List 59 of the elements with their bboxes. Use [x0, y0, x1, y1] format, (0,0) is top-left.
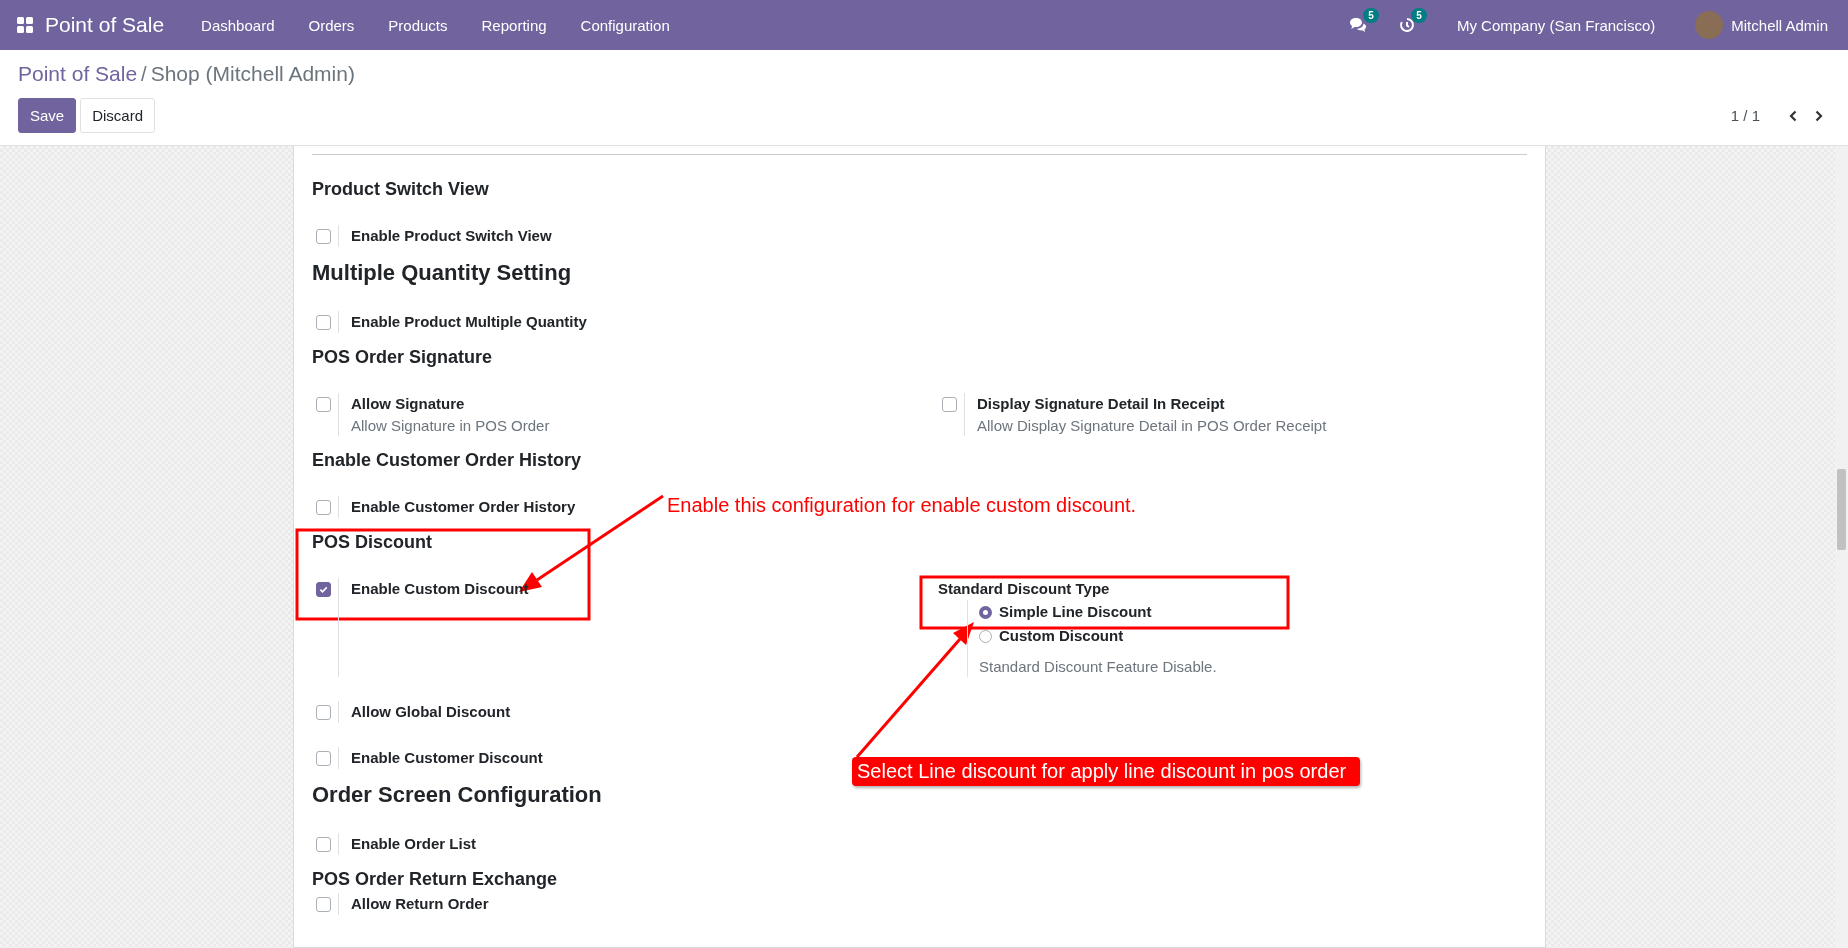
setting-label: Allow Global Discount	[351, 702, 511, 722]
app-name: Point of Sale	[45, 13, 165, 37]
section-heading: Order Screen Configuration	[312, 781, 603, 809]
scrollbar-thumb[interactable]	[1837, 469, 1846, 550]
field-label: Standard Discount Type	[938, 579, 1111, 599]
notification-badge: 5	[1411, 8, 1427, 23]
scrollbar[interactable]	[1835, 146, 1848, 948]
chat-icon[interactable]	[1348, 17, 1367, 33]
checkbox[interactable]	[316, 315, 331, 330]
section-heading: Product Switch View	[312, 178, 490, 201]
section-heading: POS Order Signature	[312, 346, 494, 369]
notification-badge: 5	[1363, 8, 1379, 23]
section-heading: Enable Customer Order History	[312, 449, 583, 472]
setting-label: Enable Product Multiple Quantity	[351, 312, 587, 332]
breadcrumb-current: Shop (Mitchell Admin)	[150, 62, 355, 86]
checkbox[interactable]	[316, 837, 331, 852]
checkbox[interactable]	[316, 397, 331, 412]
checkbox[interactable]	[316, 229, 331, 244]
menu-item[interactable]: Orders	[291, 16, 372, 34]
setting-label: Allow Return Order	[351, 894, 489, 914]
setting-description: Standard Discount Feature Disable.	[979, 657, 1218, 677]
checkmark-icon	[319, 585, 328, 594]
setting-label: Enable Custom Discount	[351, 579, 529, 599]
breadcrumb-link[interactable]: Point of Sale	[18, 62, 138, 86]
setting-description: Allow Display Signature Detail in POS Order Receipt	[977, 416, 1327, 436]
checkbox[interactable]	[942, 397, 957, 412]
menu-item[interactable]: Products	[371, 16, 465, 34]
clock-icon[interactable]	[1398, 17, 1415, 33]
setting-description: Allow Signature in POS Order	[351, 416, 550, 436]
setting-label: Enable Customer Discount	[351, 748, 543, 768]
section-heading: POS Discount	[312, 531, 433, 554]
user-menu[interactable]: Mitchell Admin	[1695, 11, 1828, 39]
section-heading: Multiple Quantity Setting	[312, 259, 573, 287]
checkbox[interactable]	[316, 751, 331, 766]
company-name[interactable]: My Company (San Francisco)	[1456, 16, 1656, 34]
apps-menu-icon[interactable]	[17, 17, 33, 33]
save-button[interactable]: Save	[18, 98, 77, 133]
radio-label: Custom Discount	[999, 626, 1124, 646]
discard-button[interactable]: Discard	[80, 98, 156, 133]
setting-label: Enable Order List	[351, 834, 477, 854]
setting-label: Display Signature Detail In Receipt	[977, 394, 1226, 414]
breadcrumb-separator: /	[141, 63, 147, 86]
radio-button[interactable]	[979, 605, 992, 619]
setting-label: Allow Signature	[351, 394, 466, 414]
setting-label: Enable Customer Order History	[351, 497, 576, 517]
menu-item[interactable]: Dashboard	[184, 16, 292, 34]
section-heading: POS Order Return Exchange	[312, 868, 559, 891]
avatar-circle	[1695, 11, 1724, 39]
menu-item[interactable]: Reporting	[464, 16, 564, 34]
radio-label: Simple Line Discount	[999, 602, 1152, 622]
annotation-callout: Select Line discount for apply line discount in pos order	[852, 757, 1361, 786]
checkbox[interactable]	[316, 500, 331, 515]
setting-label: Enable Product Switch View	[351, 226, 552, 246]
checkbox[interactable]	[316, 897, 331, 912]
checkbox[interactable]	[316, 582, 331, 597]
pager-counter: 1 / 1	[1730, 107, 1760, 124]
checkbox[interactable]	[316, 705, 331, 720]
annotation-note: Enable this configuration for enable custom discount.	[667, 494, 1137, 517]
menu-item[interactable]: Configuration	[563, 16, 687, 34]
